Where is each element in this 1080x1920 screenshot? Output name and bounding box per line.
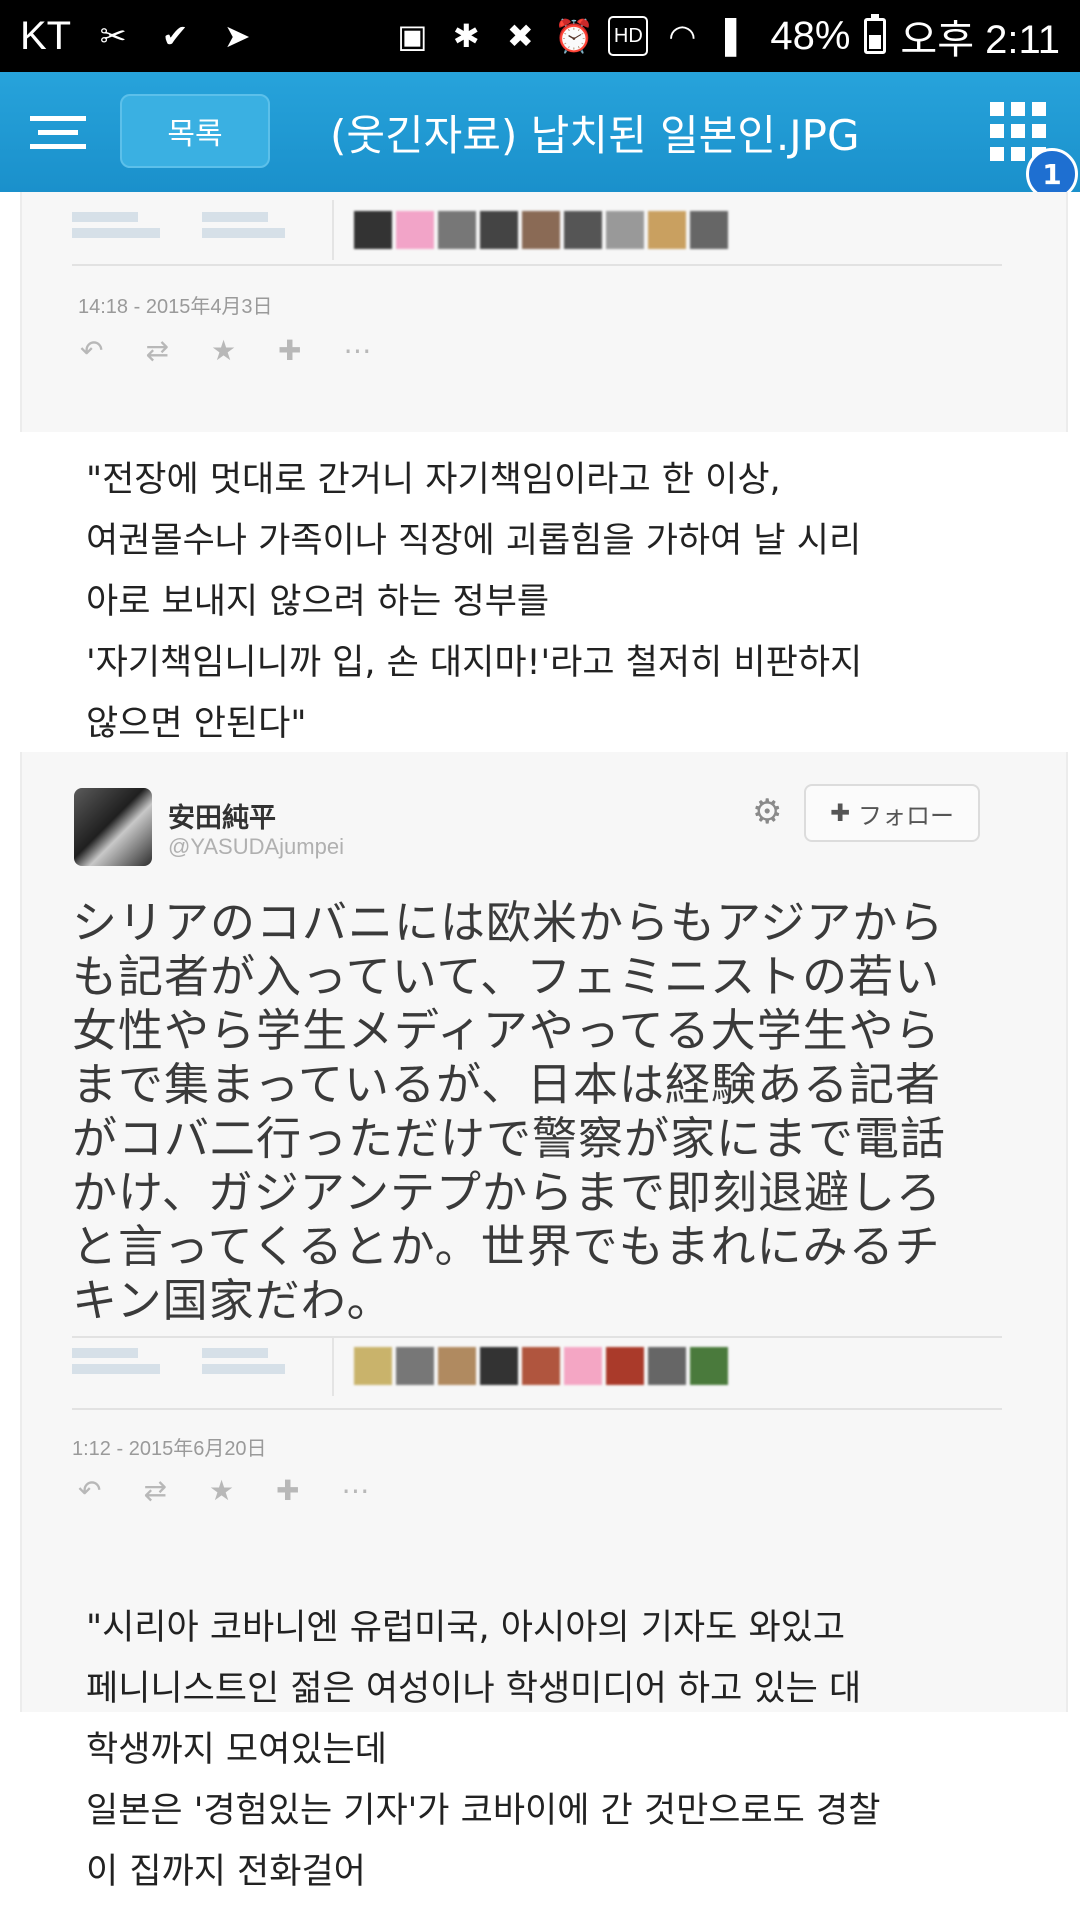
follow-button[interactable]: ✚ フォロー xyxy=(804,784,980,842)
translation-text-1: "전장에 멋대로 간거니 자기책임이라고 한 이상, 여권몰수나 가족이나 직장… xyxy=(86,460,863,744)
wifi-icon: ◠ xyxy=(668,18,697,54)
battery-icon xyxy=(864,14,887,54)
tweet-author-name: 安田純平 xyxy=(168,803,276,834)
more-icon: ⋯ xyxy=(341,1474,370,1507)
bird-icon: ➤ xyxy=(223,18,251,54)
tweet-card-1: 14:18 - 2015年4月3日 ↶ ⇄ ★ ✚ ⋯ xyxy=(20,192,1068,432)
divider xyxy=(72,264,1002,266)
battery-percent: 48% xyxy=(770,13,851,58)
avatar xyxy=(74,788,152,866)
favorite-icon: ★ xyxy=(208,1474,235,1507)
more-icon: ⋯ xyxy=(343,334,372,367)
status-bar: KT ✂ ✔ ➤ ▣ ✱ ✖ ⏰ HD ◠ ▌ 48% 오후 2:11 xyxy=(0,0,1080,72)
gear-icon[interactable]: ⚙ xyxy=(752,792,782,832)
translation-text-2: "시리아 코바니엔 유럽미국, 아시아의 기자도 와있고 페니니스트인 젊은 여… xyxy=(86,1608,881,1892)
list-button[interactable]: 목록 xyxy=(120,94,270,168)
menu-icon[interactable] xyxy=(30,116,86,150)
follow-label: フォロー xyxy=(858,801,955,830)
bluetooth-icon: ✱ xyxy=(452,18,480,54)
tweet-card-2: 安田純平 @YASUDAjumpei ⚙ ✚ フォロー シリアのコバニには欧米か… xyxy=(20,752,1068,1712)
tweet-date: 14:18 - 2015年4月3日 xyxy=(78,296,273,318)
page-title: (웃긴자료) 납치된 일본인.JPG xyxy=(330,111,860,160)
post-content[interactable]: 14:18 - 2015年4月3日 ↶ ⇄ ★ ✚ ⋯ "전장에 멋대로 간거니… xyxy=(0,192,1080,1920)
alarm-icon: ⏰ xyxy=(554,18,595,54)
tweet-author-handle: @YASUDAjumpei xyxy=(168,834,344,859)
tweet-stats-row xyxy=(72,200,728,260)
check-flag-icon: ✔ xyxy=(161,18,189,54)
battery-level-fill xyxy=(869,34,882,49)
retweeter-avatars xyxy=(354,1347,728,1385)
sim-icon: ▣ xyxy=(397,18,428,54)
retweeter-avatars xyxy=(354,211,728,249)
tweet-body: シリアのコバニには欧米からもアジアから も記者が入っていて、フェミニストの若い … xyxy=(72,896,947,1327)
favorite-icon: ★ xyxy=(210,334,237,367)
reply-icon: ↶ xyxy=(80,334,104,367)
retweet-icon: ⇄ xyxy=(145,334,169,367)
divider xyxy=(72,1408,1002,1410)
app-bar: 목록 (웃긴자료) 납치된 일본인.JPG 1 xyxy=(0,72,1080,200)
tweet-actions: ↶ ⇄ ★ ✚ ⋯ xyxy=(80,334,372,367)
reply-icon: ↶ xyxy=(78,1474,102,1507)
divider xyxy=(72,1336,1002,1338)
follow-small-icon: ✚ xyxy=(276,1474,300,1507)
carrier-label: KT xyxy=(20,13,72,58)
mute-icon: ✖ xyxy=(506,18,534,54)
signal-icon: ▌ xyxy=(724,17,748,54)
clock: 오후 2:11 xyxy=(900,18,1060,62)
follow-icon: ✚ xyxy=(829,799,851,827)
tweet-stats-row xyxy=(72,1336,728,1396)
hd-icon: HD xyxy=(608,16,649,56)
retweet-icon: ⇄ xyxy=(143,1474,167,1507)
tweet-actions: ↶ ⇄ ★ ✚ ⋯ xyxy=(78,1474,370,1507)
follow-small-icon: ✚ xyxy=(278,334,302,367)
bandage-icon: ✂ xyxy=(99,18,127,54)
tweet-date: 1:12 - 2015年6月20日 xyxy=(72,1438,267,1460)
